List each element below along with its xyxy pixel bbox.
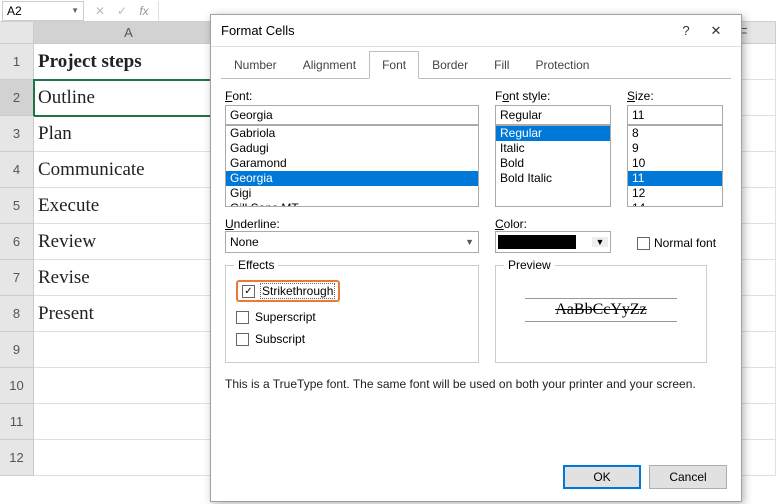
cell[interactable]	[34, 440, 224, 476]
subscript-checkbox[interactable]	[236, 333, 249, 346]
column-header-A[interactable]: A	[34, 22, 224, 44]
cell[interactable]: Project steps	[34, 44, 224, 80]
row-header[interactable]: 9	[0, 332, 34, 368]
cell[interactable]	[34, 368, 224, 404]
preview-group: Preview AaBbCcYyZz	[495, 265, 707, 363]
list-option[interactable]: Gill Sans MT	[226, 201, 478, 207]
row-header[interactable]: 11	[0, 404, 34, 440]
size-label: Size:	[627, 89, 723, 103]
select-all-cell[interactable]	[0, 22, 34, 44]
preview-legend: Preview	[504, 258, 555, 272]
subscript-label: Subscript	[255, 332, 305, 346]
chevron-down-icon[interactable]: ▼	[71, 6, 79, 15]
font-style-listbox[interactable]: RegularItalicBoldBold Italic	[495, 125, 611, 207]
list-option[interactable]: Regular	[496, 126, 610, 141]
color-select[interactable]: ▼	[495, 231, 611, 253]
strikethrough-checkbox[interactable]: ✓	[242, 285, 255, 298]
color-label: Color:	[495, 217, 527, 231]
cell[interactable]: Review	[34, 224, 224, 260]
cell[interactable]: Outline	[34, 80, 224, 116]
effects-group: Effects ✓ Strikethrough Superscript Subs…	[225, 265, 479, 363]
dialog-content: Font: GabriolaGadugiGaramondGeorgiaGigiG…	[211, 79, 741, 401]
list-option[interactable]: 8	[628, 126, 722, 141]
list-option[interactable]: Bold Italic	[496, 171, 610, 186]
row-header[interactable]: 5	[0, 188, 34, 224]
effects-legend: Effects	[234, 258, 278, 272]
list-option[interactable]: 14	[628, 201, 722, 207]
font-style-label: Font style:	[495, 89, 611, 103]
font-label: Font:	[225, 89, 479, 103]
row-header[interactable]: 7	[0, 260, 34, 296]
list-option[interactable]: 9	[628, 141, 722, 156]
format-cells-dialog: Format Cells ? ✕ NumberAlignmentFontBord…	[210, 14, 742, 502]
size-listbox[interactable]: 8910111214	[627, 125, 723, 207]
tab-border[interactable]: Border	[419, 51, 481, 79]
cell[interactable]: Present	[34, 296, 224, 332]
superscript-label: Superscript	[255, 310, 316, 324]
dialog-buttons: OK Cancel	[563, 465, 727, 489]
strikethrough-highlight: ✓ Strikethrough	[236, 280, 340, 302]
fx-icon[interactable]: fx	[136, 4, 152, 18]
cell[interactable]: Execute	[34, 188, 224, 224]
dialog-titlebar[interactable]: Format Cells ? ✕	[211, 15, 741, 47]
font-listbox[interactable]: GabriolaGadugiGaramondGeorgiaGigiGill Sa…	[225, 125, 479, 207]
list-option[interactable]: Garamond	[226, 156, 478, 171]
size-input[interactable]	[627, 105, 723, 125]
tab-number[interactable]: Number	[221, 51, 290, 79]
confirm-icon[interactable]: ✓	[114, 4, 130, 18]
tab-fill[interactable]: Fill	[481, 51, 522, 79]
font-style-input[interactable]	[495, 105, 611, 125]
row-header[interactable]: 12	[0, 440, 34, 476]
row-header[interactable]: 10	[0, 368, 34, 404]
formula-bar-icons: ✕ ✓ fx	[92, 4, 152, 18]
cell[interactable]	[34, 404, 224, 440]
underline-label: Underline:	[225, 217, 280, 231]
cancel-icon[interactable]: ✕	[92, 4, 108, 18]
preview-box: AaBbCcYyZz	[506, 280, 696, 340]
row-header[interactable]: 1	[0, 44, 34, 80]
cell[interactable]: Plan	[34, 116, 224, 152]
list-option[interactable]: Gabriola	[226, 126, 478, 141]
underline-select[interactable]: None ▼	[225, 231, 479, 253]
font-description: This is a TrueType font. The same font w…	[225, 377, 727, 391]
row-header[interactable]: 6	[0, 224, 34, 260]
cancel-button[interactable]: Cancel	[649, 465, 727, 489]
chevron-down-icon: ▼	[465, 237, 474, 247]
row-header[interactable]: 2	[0, 80, 34, 116]
tab-protection[interactable]: Protection	[522, 51, 602, 79]
list-option[interactable]: Gigi	[226, 186, 478, 201]
preview-sample: AaBbCcYyZz	[525, 298, 677, 322]
row-header[interactable]: 3	[0, 116, 34, 152]
color-swatch	[498, 235, 576, 249]
row-header[interactable]: 8	[0, 296, 34, 332]
superscript-checkbox[interactable]	[236, 311, 249, 324]
name-box-value: A2	[7, 4, 22, 18]
name-box[interactable]: A2 ▼	[2, 1, 84, 21]
normal-font-label: Normal font	[654, 236, 716, 250]
normal-font-checkbox[interactable]	[637, 237, 650, 250]
list-option[interactable]: Bold	[496, 156, 610, 171]
ok-button[interactable]: OK	[563, 465, 641, 489]
tab-font[interactable]: Font	[369, 51, 419, 79]
chevron-down-icon: ▼	[592, 237, 608, 247]
dialog-title: Format Cells	[221, 23, 671, 38]
list-option[interactable]: 11	[628, 171, 722, 186]
close-icon[interactable]: ✕	[701, 23, 731, 39]
help-icon[interactable]: ?	[671, 23, 701, 38]
row-header[interactable]: 4	[0, 152, 34, 188]
cell[interactable]	[34, 332, 224, 368]
list-option[interactable]: 12	[628, 186, 722, 201]
strikethrough-label: Strikethrough	[261, 284, 334, 298]
cell[interactable]: Revise	[34, 260, 224, 296]
list-option[interactable]: 10	[628, 156, 722, 171]
list-option[interactable]: Georgia	[226, 171, 478, 186]
underline-value: None	[230, 235, 259, 249]
cell[interactable]: Communicate	[34, 152, 224, 188]
tab-alignment[interactable]: Alignment	[290, 51, 369, 79]
list-option[interactable]: Gadugi	[226, 141, 478, 156]
dialog-tabs: NumberAlignmentFontBorderFillProtection	[211, 47, 741, 79]
font-input[interactable]	[225, 105, 479, 125]
list-option[interactable]: Italic	[496, 141, 610, 156]
